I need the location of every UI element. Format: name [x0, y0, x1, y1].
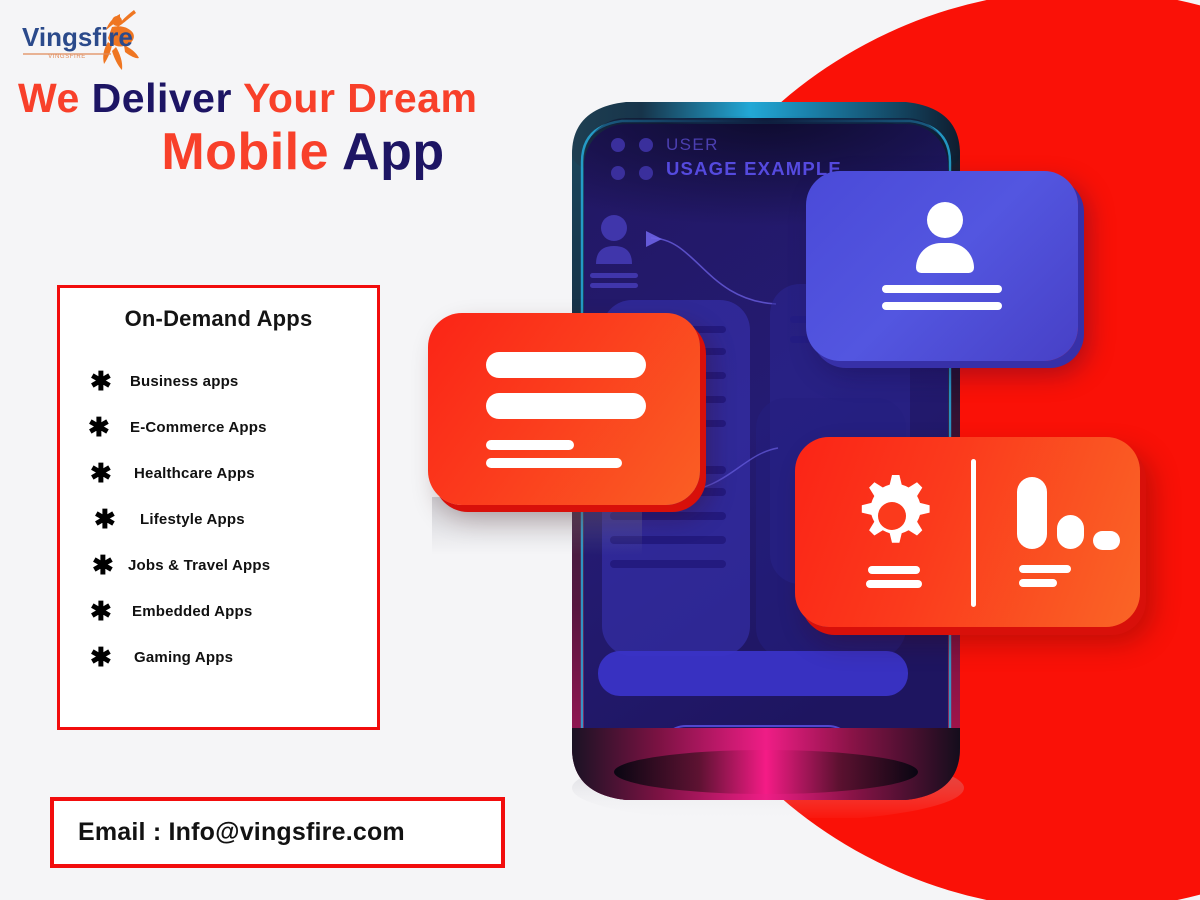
headline-line-2: Mobile App: [18, 122, 578, 183]
apps-panel-title: On-Demand Apps: [124, 306, 313, 331]
screen-pill: [598, 651, 908, 696]
screen-label-big: USAGE EXAMPLE: [666, 158, 842, 179]
list-item[interactable]: ✱ Embedded Apps: [84, 588, 377, 634]
headline-word-deliver: Deliver: [91, 75, 244, 121]
asterisk-bullet-icon: ✱: [94, 504, 116, 534]
list-item[interactable]: ✱ Healthcare Apps: [84, 450, 377, 496]
screen-label-small: USER: [666, 135, 719, 154]
list-item-label: Embedded Apps: [132, 602, 253, 620]
list-item-label: Lifestyle Apps: [140, 510, 245, 528]
apps-list: ✱ Business apps ✱ E-Commerce Apps ✱ Healthcar…: [60, 358, 377, 680]
list-item[interactable]: ✱ Business apps: [84, 358, 377, 404]
user-avatar-body: [916, 243, 974, 273]
list-item[interactable]: ✱ Jobs & Travel Apps: [84, 542, 377, 588]
text-line-thin: [486, 458, 622, 468]
headline-word-your-dream: Your Dream: [243, 75, 478, 121]
logo-wordmark: Vingsfire: [22, 22, 133, 52]
settings-line: [866, 580, 922, 588]
bar-chart-bar: [1057, 515, 1084, 549]
headline-word-app: App: [342, 123, 445, 182]
text-lines-icon: [486, 352, 646, 378]
headline-word-we: We: [18, 75, 92, 121]
analytics-line: [1019, 565, 1071, 573]
asterisk-bullet-icon: ✱: [90, 366, 112, 396]
profile-line: [882, 302, 1002, 310]
email-contact-box[interactable]: Email : Info@vingsfire.com: [50, 797, 505, 868]
list-item-label: Business apps: [130, 372, 239, 390]
page-title: We Deliver Your Dream Mobile App: [18, 74, 578, 184]
email-address-label: Email : Info@vingsfire.com: [78, 818, 405, 846]
profile-line: [882, 285, 1002, 293]
analytics-line: [1019, 579, 1057, 587]
settings-analytics-card[interactable]: [795, 437, 1140, 627]
bar-chart-icon: [1017, 477, 1047, 549]
user-avatar-icon: [927, 202, 963, 238]
vingsfire-logo[interactable]: Vingsfire VINGSFIRE: [16, 8, 176, 74]
list-item-label: Healthcare Apps: [134, 464, 255, 482]
bar-chart-bar: [1093, 531, 1120, 550]
list-item-label: Gaming Apps: [134, 648, 234, 666]
text-line-thin: [486, 440, 574, 450]
gear-icon: [851, 475, 933, 562]
asterisk-bullet-icon: ✱: [88, 412, 110, 442]
asterisk-bullet-icon: ✱: [90, 596, 112, 626]
text-line-bar: [486, 393, 646, 419]
on-demand-apps-panel: On-Demand Apps ✱ Business apps ✱ E-Commerce…: [57, 285, 380, 730]
logo-tagline: VINGSFIRE: [48, 54, 86, 60]
settings-line: [868, 566, 920, 574]
card-divider: [971, 459, 976, 607]
content-lines-card[interactable]: [428, 313, 700, 505]
promo-poster: USER USAGE EXAMPLE Vingsfire VINGSFIRE W…: [0, 0, 1200, 900]
asterisk-bullet-icon: ✱: [90, 458, 112, 488]
user-profile-card[interactable]: [806, 171, 1078, 361]
list-item[interactable]: ✱ Lifestyle Apps: [84, 496, 377, 542]
list-item-label: E-Commerce Apps: [130, 418, 267, 436]
list-item[interactable]: ✱ E-Commerce Apps: [84, 404, 377, 450]
asterisk-bullet-icon: ✱: [92, 550, 114, 580]
asterisk-bullet-icon: ✱: [90, 642, 112, 672]
headline-line-1: We Deliver Your Dream: [18, 74, 578, 122]
list-item[interactable]: ✱ Gaming Apps: [84, 634, 377, 680]
headline-word-mobile: Mobile: [161, 123, 343, 182]
list-item-label: Jobs & Travel Apps: [128, 556, 271, 574]
